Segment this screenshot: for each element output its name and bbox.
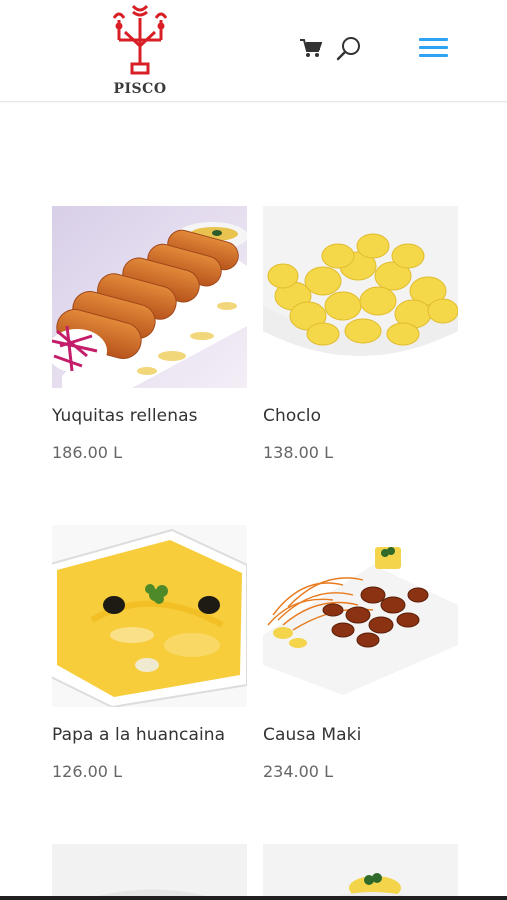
product-name[interactable]: Choclo [263,406,321,426]
product-image-yuquitas[interactable] [52,206,247,388]
product-card-choclo[interactable]: Choclo 138.00 L [263,206,458,462]
product-card-causa-maki[interactable]: Causa Maki 234.00 L [263,525,458,781]
product-image-causa-maki[interactable] [263,525,458,707]
product-name[interactable]: Causa Maki [263,725,361,745]
product-card-papa-a-la-huancaina[interactable]: Papa a la huancaina 126.00 L [52,525,247,781]
product-price: 138.00 L [263,443,333,462]
product-price: 186.00 L [52,443,122,462]
product-name[interactable]: Yuquitas rellenas [52,406,198,426]
product-grid: Yuquitas rellenas 186.00 L Choclo 138.00… [0,0,507,900]
product-image-papa-huancaina[interactable] [52,525,247,707]
product-price: 234.00 L [263,762,333,781]
product-name[interactable]: Papa a la huancaina [52,725,225,745]
product-card-yuquitas-rellenas[interactable]: Yuquitas rellenas 186.00 L [52,206,247,462]
product-image-partial[interactable] [52,844,247,900]
product-card-partial[interactable] [263,844,458,900]
product-image-partial[interactable] [263,844,458,900]
product-price: 126.00 L [52,762,122,781]
product-card-partial[interactable] [52,844,247,900]
product-image-choclo[interactable] [263,206,458,388]
bottom-bar [0,896,507,900]
